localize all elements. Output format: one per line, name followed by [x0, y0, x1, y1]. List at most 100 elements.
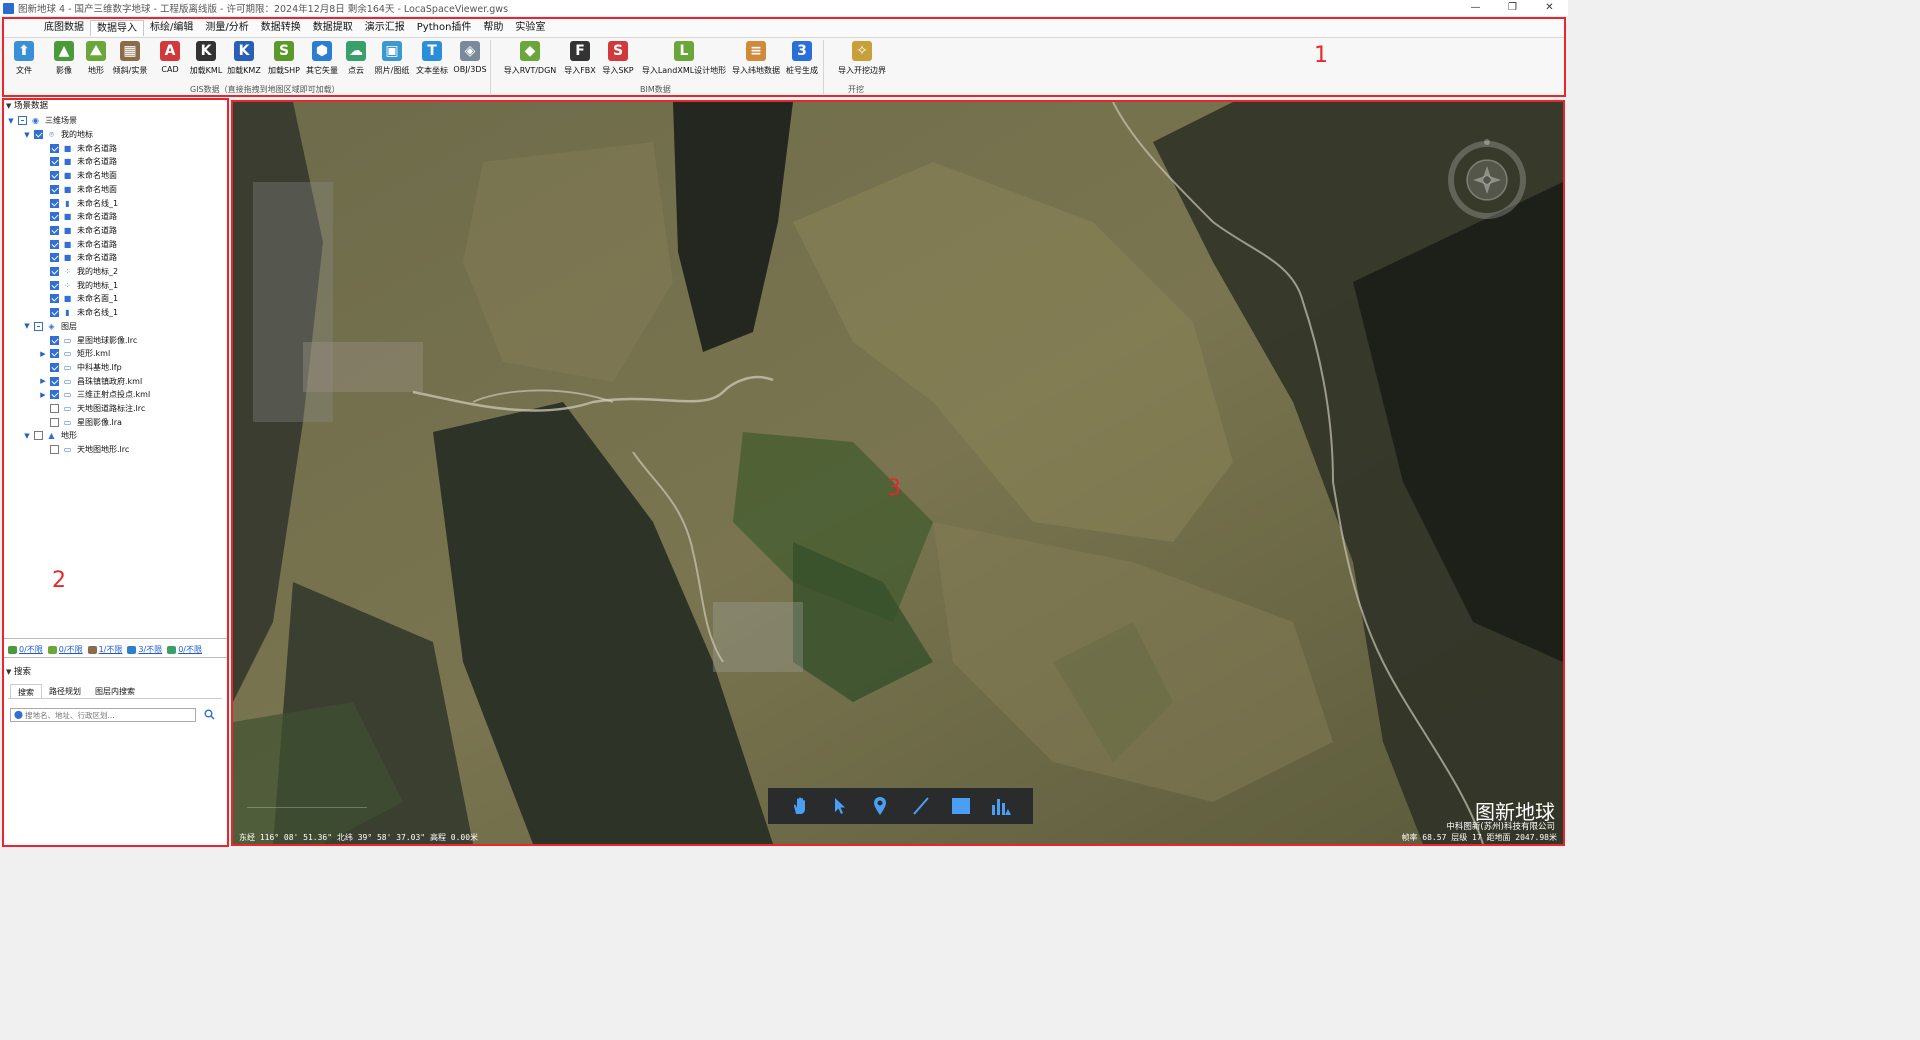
search-tab[interactable]: 搜索	[10, 684, 42, 698]
menu-item[interactable]: 数据转换	[255, 20, 307, 36]
restore-button[interactable]: ❐	[1494, 0, 1531, 16]
tree-node[interactable]: ■ 未命名道路	[38, 237, 117, 251]
visibility-checkbox[interactable]	[50, 445, 59, 455]
visibility-checkbox[interactable]	[50, 253, 59, 263]
rvt-button[interactable]: ◆ 导入RVT/DGN	[504, 40, 556, 76]
menu-item[interactable]: 测量/分析	[199, 20, 254, 36]
line-draw-icon[interactable]	[909, 794, 933, 818]
tree-node[interactable]: ▭ 天地图地形.lrc	[38, 443, 129, 457]
search-icon[interactable]	[204, 709, 215, 723]
visibility-checkbox[interactable]	[50, 225, 59, 235]
close-button[interactable]: ✕	[1531, 0, 1568, 16]
tree-node[interactable]: ■ 未命名道路	[38, 141, 117, 155]
polygon-draw-icon[interactable]	[949, 794, 973, 818]
visibility-checkbox[interactable]	[50, 390, 59, 400]
visibility-checkbox[interactable]	[50, 157, 59, 167]
cad-button[interactable]: A CAD	[150, 40, 190, 74]
station-button[interactable]: 3 桩号生成	[782, 40, 822, 76]
photo-button[interactable]: ▣ 照片/图纸	[372, 40, 412, 76]
data-count-link[interactable]: 0/不限	[8, 644, 43, 655]
collapse-triangle-icon[interactable]: ▼	[6, 666, 11, 678]
visibility-checkbox[interactable]	[34, 130, 43, 140]
search-header[interactable]: ▼ 搜索	[4, 666, 31, 678]
fbx-button[interactable]: F 导入FBX	[560, 40, 600, 76]
visibility-checkbox[interactable]	[50, 349, 59, 359]
tree-node[interactable]: ■ 未命名地面	[38, 183, 117, 197]
tree-node[interactable]: ■ 未命名道路	[38, 251, 117, 265]
tree-node[interactable]: ▼ ◈ 图层	[22, 320, 77, 334]
select-arrow-icon[interactable]	[828, 794, 852, 818]
search-tab[interactable]: 路径规划	[42, 684, 88, 698]
tree-node[interactable]: ▭ 星图影像.lra	[38, 415, 122, 429]
obj-button[interactable]: ◈ OBJ/3DS	[450, 40, 490, 74]
expand-toggle-icon[interactable]: ▶	[38, 377, 48, 385]
tree-node[interactable]: ■ 未命名道路	[38, 155, 117, 169]
visibility-checkbox[interactable]	[50, 171, 59, 181]
expand-toggle-icon[interactable]: ▼	[22, 131, 32, 139]
menu-item[interactable]: 帮助	[477, 20, 509, 36]
menu-item[interactable]: 数据导入	[90, 20, 144, 36]
visibility-checkbox[interactable]	[50, 184, 59, 194]
data-count-link[interactable]: 1/不限	[87, 644, 122, 655]
visibility-checkbox[interactable]	[50, 335, 59, 345]
visibility-checkbox[interactable]	[18, 116, 27, 126]
expand-toggle-icon[interactable]: ▼	[6, 117, 16, 125]
visibility-checkbox[interactable]	[34, 431, 43, 441]
tree-node[interactable]: ■ 未命名面_1	[38, 292, 118, 306]
visibility-checkbox[interactable]	[50, 362, 59, 372]
tree-node[interactable]: ⁘ 我的地标_1	[38, 278, 118, 292]
visibility-checkbox[interactable]	[34, 321, 43, 331]
visibility-checkbox[interactable]	[50, 417, 59, 427]
menu-item[interactable]: 底图数据	[38, 20, 90, 36]
menu-item[interactable]: 演示汇报	[359, 20, 411, 36]
data-count-link[interactable]: 3/不限	[127, 644, 162, 655]
visibility-checkbox[interactable]	[50, 308, 59, 318]
visibility-checkbox[interactable]	[50, 376, 59, 386]
tree-node[interactable]: ▶ ▭ 三维正射点投点.kml	[38, 388, 150, 402]
tree-node[interactable]: ▭ 天地图道路标注.lrc	[38, 402, 145, 416]
visibility-checkbox[interactable]	[50, 198, 59, 208]
tree-node[interactable]: ▶ ▭ 昌珠镇镇政府.kml	[38, 374, 142, 388]
expand-toggle-icon[interactable]: ▶	[38, 350, 48, 358]
tree-node[interactable]: ▮ 未命名线_1	[38, 306, 118, 320]
tree-node[interactable]: ■ 未命名道路	[38, 224, 117, 238]
menu-item[interactable]: 标绘/编辑	[144, 20, 199, 36]
landxml-button[interactable]: L 导入LandXML设计地形	[642, 40, 726, 76]
tree-node[interactable]: ▼ ▲ 地形	[22, 429, 77, 443]
menu-item[interactable]: 实验室	[509, 20, 551, 36]
panel-header[interactable]: ▼ 场景数据	[4, 100, 227, 112]
tree-node[interactable]: ▮ 未命名线_1	[38, 196, 118, 210]
expand-toggle-icon[interactable]: ▶	[38, 391, 48, 399]
navigation-compass-icon[interactable]	[1445, 138, 1529, 222]
tree-node[interactable]: ⁘ 我的地标_2	[38, 265, 118, 279]
visibility-checkbox[interactable]	[50, 267, 59, 277]
data-count-link[interactable]: 0/不限	[47, 644, 83, 655]
search-input[interactable]	[25, 710, 195, 720]
oblique-button[interactable]: ▦ 倾斜/实景	[110, 40, 150, 76]
hand-pan-icon[interactable]	[788, 794, 812, 818]
tree-node[interactable]: ▭ 星图地球影像.lrc	[38, 333, 137, 347]
data-count-link[interactable]: 0/不限	[167, 644, 202, 655]
visibility-checkbox[interactable]	[50, 280, 59, 290]
weidi-button[interactable]: ≡ 导入纬地数据	[732, 40, 780, 76]
tree-node[interactable]: ▭ 中科基地.lfp	[38, 361, 122, 375]
tree-node[interactable]: ■ 未命名道路	[38, 210, 117, 224]
placemark-icon[interactable]	[868, 794, 892, 818]
pointcloud-button[interactable]: ☁ 点云	[336, 40, 376, 76]
text-coord-button[interactable]: T 文本坐标	[412, 40, 452, 76]
menu-item[interactable]: 数据提取	[307, 20, 359, 36]
map-view[interactable]: 3 图新地球 中科图新(苏州)科技有限公司 东经 116° 08' 51.36"…	[231, 100, 1565, 846]
visibility-checkbox[interactable]	[50, 294, 59, 304]
menu-item[interactable]: Python插件	[411, 20, 478, 36]
minimize-button[interactable]: —	[1457, 0, 1494, 16]
search-box[interactable]: ⬤	[10, 708, 196, 722]
visibility-checkbox[interactable]	[50, 143, 59, 153]
tree-node[interactable]: ▶ ▭ 矩形.kml	[38, 347, 110, 361]
skp-button[interactable]: S 导入SKP	[598, 40, 638, 76]
excavation-button[interactable]: ✧ 导入开挖边界	[838, 40, 886, 76]
kml-button[interactable]: K 加载KML	[186, 40, 226, 76]
search-tab[interactable]: 图层内搜索	[88, 684, 142, 698]
shp-button[interactable]: S 加载SHP	[264, 40, 304, 76]
chart-analysis-icon[interactable]	[989, 794, 1013, 818]
satellite-imagery[interactable]	[233, 102, 1563, 844]
